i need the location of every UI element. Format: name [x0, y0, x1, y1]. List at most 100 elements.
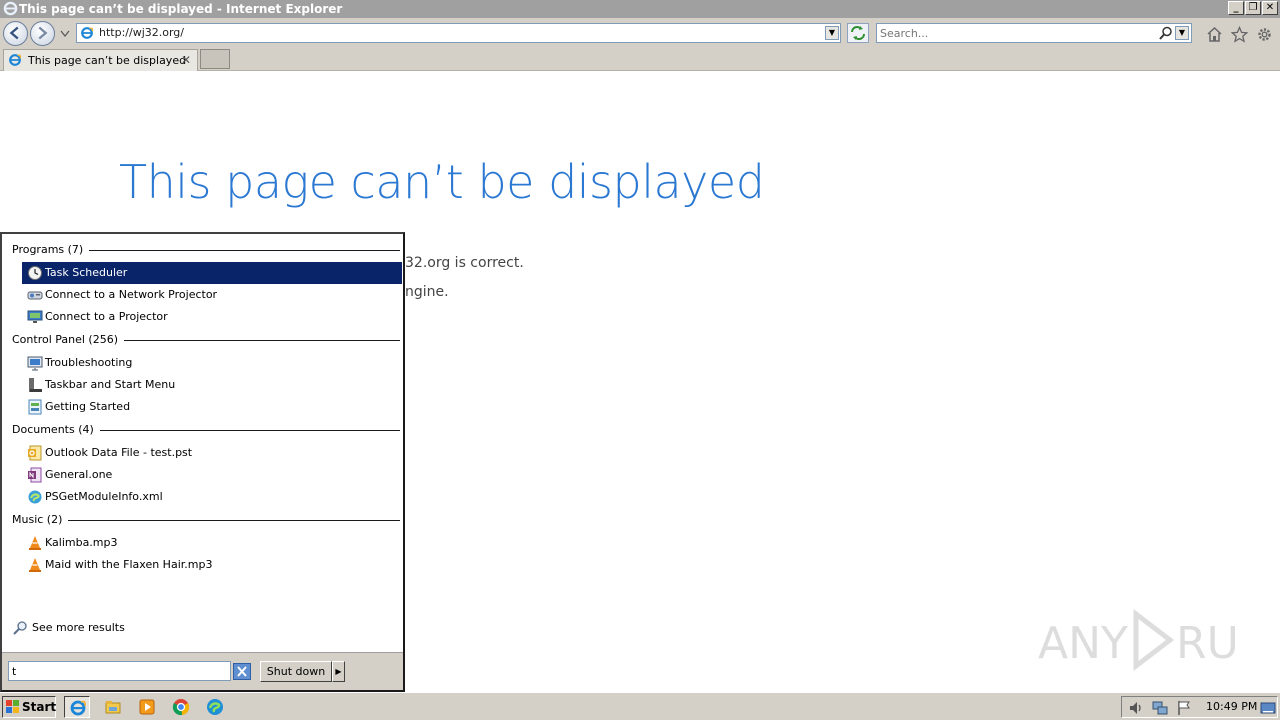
- clear-search-button[interactable]: [233, 663, 251, 680]
- outlook-icon: [28, 445, 42, 461]
- result-label: Connect to a Projector: [45, 310, 168, 323]
- volume-icon[interactable]: [1128, 700, 1144, 716]
- address-bar[interactable]: http://wj32.org/ ▼: [76, 23, 841, 43]
- projector-icon: [27, 310, 43, 323]
- result-projector[interactable]: Connect to a Projector: [22, 306, 402, 328]
- restore-button[interactable]: ❐: [1245, 1, 1261, 15]
- taskbar-edge[interactable]: [202, 696, 228, 718]
- settings-gear-icon[interactable]: [1256, 26, 1273, 43]
- result-troubleshooting[interactable]: Troubleshooting: [22, 352, 402, 374]
- shutdown-options-button[interactable]: ▶: [332, 661, 345, 682]
- start-search-box[interactable]: [8, 661, 231, 681]
- result-getting-started[interactable]: Getting Started: [22, 396, 402, 418]
- ie-icon: [3, 1, 18, 16]
- ie-page-icon: [9, 54, 22, 66]
- search-dropdown-button[interactable]: ▼: [1175, 26, 1189, 40]
- error-heading: This page can’t be displayed: [119, 155, 765, 209]
- result-label: Connect to a Network Projector: [45, 288, 218, 301]
- result-label: Getting Started: [45, 400, 131, 413]
- svg-text:RUN: RUN: [1176, 618, 1238, 669]
- navigation-bar: http://wj32.org/ ▼ ▼: [0, 18, 1280, 48]
- ie-icon: [70, 700, 86, 716]
- new-tab-button[interactable]: [200, 49, 230, 69]
- result-task-scheduler[interactable]: Task Scheduler: [22, 262, 402, 284]
- start-label: Start: [22, 700, 57, 714]
- history-dropdown-icon[interactable]: [60, 30, 70, 38]
- favorites-star-icon[interactable]: [1231, 26, 1248, 43]
- result-label: General.one: [45, 468, 113, 481]
- address-url: http://wj32.org/: [99, 26, 184, 39]
- group-label: Control Panel (256): [12, 333, 125, 347]
- result-taskbar-start-menu[interactable]: Taskbar and Start Menu: [22, 374, 402, 396]
- result-psgetmoduleinfo[interactable]: PSGetModuleInfo.xml: [22, 486, 402, 508]
- vlc-icon: [29, 536, 41, 550]
- close-button[interactable]: ✕: [1262, 1, 1278, 15]
- clock-icon: [28, 266, 42, 280]
- search-input[interactable]: [880, 25, 1150, 41]
- minimize-button[interactable]: _: [1228, 1, 1244, 15]
- result-general-one[interactable]: General.one: [22, 464, 402, 486]
- back-button[interactable]: [3, 21, 28, 46]
- taskbar-media-player[interactable]: [134, 696, 160, 718]
- taskbar-explorer[interactable]: [100, 696, 126, 718]
- refresh-icon: [851, 26, 865, 40]
- window-title: This page can’t be displayed - Internet …: [19, 2, 343, 16]
- start-button[interactable]: Start: [2, 696, 56, 718]
- address-dropdown-button[interactable]: ▼: [825, 26, 839, 40]
- error-line-2: ngine.: [405, 284, 449, 300]
- tab-label: This page can’t be displayed: [28, 54, 187, 67]
- network-icon[interactable]: [1152, 700, 1168, 716]
- taskbar-chrome[interactable]: [168, 696, 194, 718]
- group-music: Music (2): [12, 513, 400, 527]
- getting-started-icon: [28, 399, 42, 415]
- system-tray: 10:49 PM: [1121, 696, 1278, 718]
- result-label: Kalimba.mp3: [45, 536, 118, 549]
- tab-current[interactable]: This page can’t be displayed ✕: [3, 49, 198, 71]
- result-outlook-data-file[interactable]: Outlook Data File - test.pst: [22, 442, 402, 464]
- group-label: Programs (7): [12, 243, 90, 257]
- edge-file-icon: [28, 490, 42, 504]
- taskbar-ie[interactable]: [64, 696, 90, 718]
- home-icon[interactable]: [1206, 26, 1223, 43]
- shutdown-button[interactable]: Shut down: [260, 661, 332, 682]
- group-divider: [12, 520, 400, 521]
- forward-button[interactable]: [30, 21, 55, 46]
- troubleshooting-icon: [27, 356, 43, 371]
- refresh-button[interactable]: [847, 23, 869, 43]
- tab-close-button[interactable]: ✕: [181, 50, 191, 71]
- result-label: Maid with the Flaxen Hair.mp3: [45, 558, 213, 571]
- group-label: Music (2): [12, 513, 69, 527]
- show-desktop-icon[interactable]: [1260, 700, 1276, 716]
- group-programs: Programs (7): [12, 243, 400, 257]
- result-label: Task Scheduler: [45, 266, 128, 279]
- media-player-icon: [139, 699, 155, 715]
- start-search-input[interactable]: [12, 663, 227, 679]
- search-icon[interactable]: [1159, 26, 1173, 40]
- onenote-icon: [28, 467, 42, 483]
- result-maid-flaxen-hair[interactable]: Maid with the Flaxen Hair.mp3: [22, 554, 402, 576]
- svg-text:ANY: ANY: [1038, 618, 1128, 669]
- explorer-icon: [105, 701, 121, 714]
- result-label: PSGetModuleInfo.xml: [45, 490, 163, 503]
- see-more-label: See more results: [32, 621, 125, 634]
- tab-bar: This page can’t be displayed ✕: [0, 48, 1280, 71]
- chrome-icon: [172, 699, 190, 716]
- back-arrow-icon: [9, 26, 19, 40]
- search-box[interactable]: ▼: [876, 23, 1192, 43]
- group-control-panel: Control Panel (256): [12, 333, 400, 347]
- result-network-projector[interactable]: Connect to a Network Projector: [22, 284, 402, 306]
- result-label: Taskbar and Start Menu: [45, 378, 176, 391]
- ie-page-icon: [81, 27, 94, 39]
- group-documents: Documents (4): [12, 423, 400, 437]
- edge-icon: [207, 699, 223, 715]
- taskbar-icon: [29, 378, 42, 392]
- action-center-flag-icon[interactable]: [1176, 700, 1192, 716]
- result-kalimba[interactable]: Kalimba.mp3: [22, 532, 402, 554]
- windows-flag-icon: [6, 700, 19, 713]
- start-menu: Programs (7) Task Scheduler Connect to a…: [0, 232, 405, 692]
- clock[interactable]: 10:49 PM: [1206, 697, 1257, 717]
- vlc-icon: [29, 558, 41, 572]
- forward-arrow-icon: [38, 26, 48, 40]
- search-icon: [13, 621, 27, 635]
- result-label: Outlook Data File - test.pst: [45, 446, 193, 459]
